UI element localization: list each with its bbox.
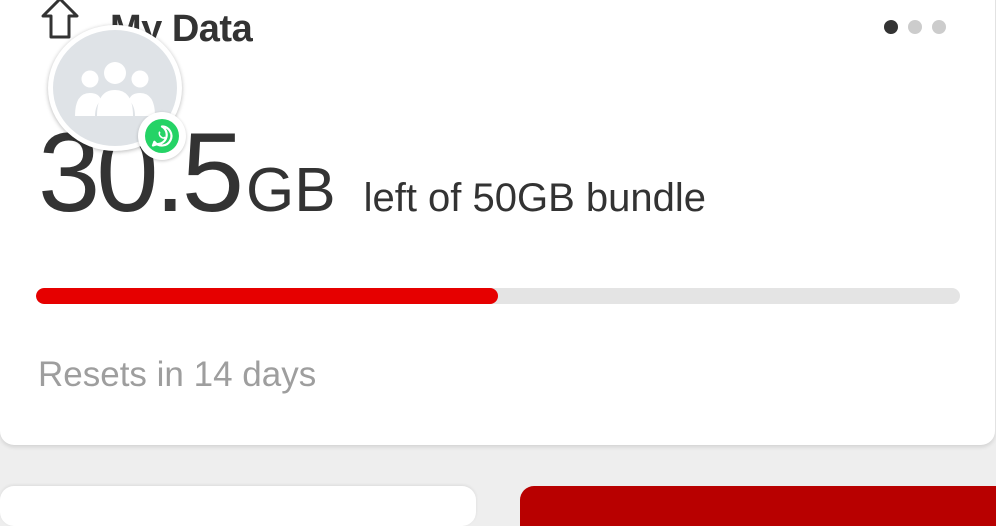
remaining-unit: GB bbox=[245, 156, 336, 225]
remaining-label: left of 50GB bundle bbox=[363, 176, 707, 220]
carousel-dot-1[interactable] bbox=[884, 20, 898, 34]
whatsapp-icon bbox=[145, 119, 179, 153]
home-icon[interactable] bbox=[40, 0, 80, 40]
group-avatar-icon bbox=[75, 62, 155, 116]
usage-progress-bar bbox=[36, 288, 960, 304]
reset-info: Resets in 14 days bbox=[38, 355, 317, 394]
carousel-dot-3[interactable] bbox=[932, 20, 946, 34]
bottom-tile-left[interactable] bbox=[0, 486, 476, 526]
carousel-dot-2[interactable] bbox=[908, 20, 922, 34]
whatsapp-badge bbox=[138, 112, 186, 160]
carousel-indicator[interactable] bbox=[884, 20, 946, 34]
usage-progress-fill bbox=[36, 288, 498, 304]
bottom-tile-right[interactable] bbox=[520, 486, 996, 526]
